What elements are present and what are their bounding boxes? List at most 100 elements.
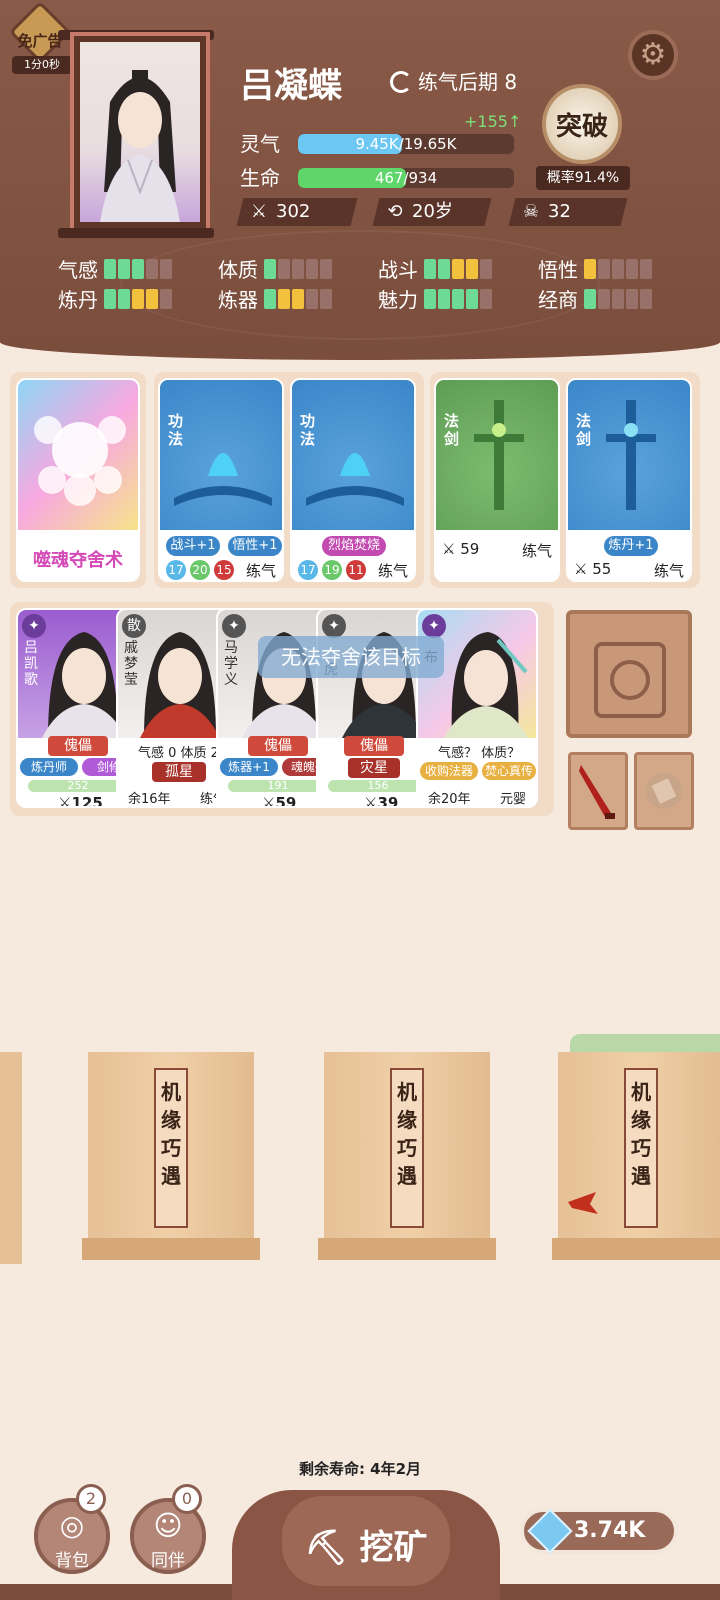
backpack-label: 背包	[55, 1551, 89, 1571]
mine-button[interactable]: ⛏ 挖矿	[232, 1490, 500, 1600]
card-soul-devour[interactable]: 噬魂夺舍术	[16, 378, 140, 582]
companion-2-status: 孤星	[152, 762, 206, 782]
toast-message: 无法夺舍该目标	[258, 636, 444, 678]
player-portrait[interactable]	[70, 32, 210, 232]
bag-icon: ◎	[59, 1509, 85, 1542]
companion-3-tag-1: 炼器+1	[220, 758, 278, 776]
gongfa-2-realm: 练气	[378, 562, 409, 580]
attribute-1: 体质	[218, 254, 334, 283]
companion-1-badge: ✦	[22, 614, 46, 638]
companion-1-hp: 252	[67, 780, 89, 792]
companion-4-power-value: 39	[377, 794, 399, 808]
ad-timer: 1分0秒	[12, 56, 72, 74]
fortune-bag-2-label: 机缘巧遇	[390, 1068, 424, 1228]
equipment-slot-scroll[interactable]	[634, 752, 694, 830]
card-gongfa-2[interactable]: 功法 烈焰焚烧 17 19 11 练气	[290, 378, 416, 582]
attribute-pip	[584, 288, 596, 309]
gem-icon	[527, 1508, 573, 1554]
spirit-stone-counter[interactable]: 3.74K	[520, 1508, 678, 1554]
companion-1-tag-1: 炼丹师	[20, 758, 78, 776]
attribute-label: 气感	[58, 258, 98, 282]
age-stat: ⟲ 20岁	[372, 198, 492, 226]
mine-label-text: 挖矿	[359, 1528, 428, 1568]
companion-label: 同伴	[151, 1551, 185, 1571]
sword-2-tag-1: 炼丹+1	[604, 536, 658, 556]
settings-button[interactable]: ⚙	[628, 30, 678, 80]
attribute-pip	[320, 258, 332, 279]
companion-3-power-value: 59	[275, 794, 297, 808]
companion-5-realm: 元婴	[500, 792, 527, 807]
gongfa-1-tag-1: 战斗+1	[166, 536, 220, 556]
sword-1-power: ⚔ 59	[442, 540, 480, 558]
attribute-pip	[104, 258, 116, 279]
soul-devour-art	[18, 380, 138, 530]
fortune-bag-2[interactable]: 机缘巧遇	[318, 1052, 496, 1264]
bag-partial-left	[0, 1052, 22, 1264]
gongfa-1-type: 功法	[168, 412, 184, 448]
fortune-bag-1[interactable]: 机缘巧遇	[82, 1052, 260, 1264]
attribute-5: 炼器	[218, 284, 334, 313]
spirit-stone-value: 3.74K	[574, 1518, 646, 1543]
attribute-pip	[160, 288, 172, 309]
companion-2-stats: 气感 0 体质 2	[138, 746, 219, 761]
attribute-6: 魅力	[378, 284, 494, 313]
dagger-icon	[579, 765, 615, 819]
power-stat: ⚔ 302	[236, 198, 358, 226]
gongfa-1-num-2: 20	[190, 560, 210, 580]
backpack-count-badge: 2	[76, 1484, 106, 1514]
hp-value: 467/934	[374, 169, 438, 187]
companion-3-hp: 191	[267, 780, 289, 792]
attribute-label: 经商	[538, 288, 578, 312]
attribute-pip	[424, 258, 436, 279]
attribute-pips	[584, 258, 654, 279]
attribute-pip	[584, 258, 596, 279]
fortune-bag-3-label: 机缘巧遇	[624, 1068, 658, 1228]
shrine-building[interactable]	[566, 610, 692, 738]
fortune-bag-3-seal	[552, 1238, 720, 1260]
attribute-pip	[104, 288, 116, 309]
card-gongfa-1[interactable]: 功法 战斗+1 悟性+1 17 20 15 练气	[158, 378, 284, 582]
attribute-label: 魅力	[378, 288, 418, 312]
card-sword-1[interactable]: 法剑 ⚔ 59 练气	[434, 378, 560, 582]
companion-1-power: ⚔125	[58, 794, 103, 806]
attribute-pip	[264, 258, 276, 279]
companion-2-years: 余16年	[128, 792, 171, 807]
attribute-pip	[640, 258, 652, 279]
card-sword-2[interactable]: 法剑 炼丹+1 ⚔ 55 练气	[566, 378, 692, 582]
sword-2-art	[568, 380, 690, 530]
gongfa-1-num-3: 15	[214, 560, 234, 580]
companion-5-tag-2: 焚心真传	[482, 762, 536, 780]
breakthrough-rate: 概率91.4%	[536, 166, 630, 190]
attribute-pip	[278, 258, 290, 279]
attribute-pip	[612, 258, 624, 279]
companion-3-power: ⚔59	[262, 794, 297, 808]
dagger-icon	[568, 1192, 598, 1214]
kills-stat: ☠ 32	[508, 198, 628, 226]
attribute-pip	[264, 288, 276, 309]
attribute-pip	[466, 288, 478, 309]
attribute-pip	[160, 258, 172, 279]
companion-3-hp-bar: 191	[228, 780, 328, 792]
gongfa-1-art	[160, 380, 282, 530]
attribute-pip	[626, 258, 638, 279]
fortune-bag-1-label: 机缘巧遇	[154, 1068, 188, 1228]
attribute-pip	[480, 288, 492, 309]
equipment-slot-weapon[interactable]	[568, 752, 628, 830]
pickaxe-icon: ⛏	[304, 1528, 348, 1568]
breakthrough-button[interactable]: 突破	[540, 84, 626, 170]
fortune-bag-3[interactable]: 机缘巧遇	[552, 1052, 720, 1264]
attribute-pip	[146, 288, 158, 309]
attribute-0: 气感	[58, 254, 174, 283]
attribute-pip	[146, 258, 158, 279]
skull-icon: ☠	[522, 201, 540, 222]
companion-5-badge: ✦	[422, 614, 446, 638]
attribute-pip	[466, 258, 478, 279]
shrine-door	[594, 642, 666, 718]
power-value: 302	[276, 201, 311, 222]
companion-2-name: 戚梦莹	[124, 640, 138, 688]
breakthrough-label: 突破	[555, 112, 608, 142]
attribute-pips	[584, 288, 654, 309]
attribute-pip	[118, 288, 130, 309]
attribute-pips	[104, 258, 174, 279]
attribute-pips	[264, 258, 334, 279]
